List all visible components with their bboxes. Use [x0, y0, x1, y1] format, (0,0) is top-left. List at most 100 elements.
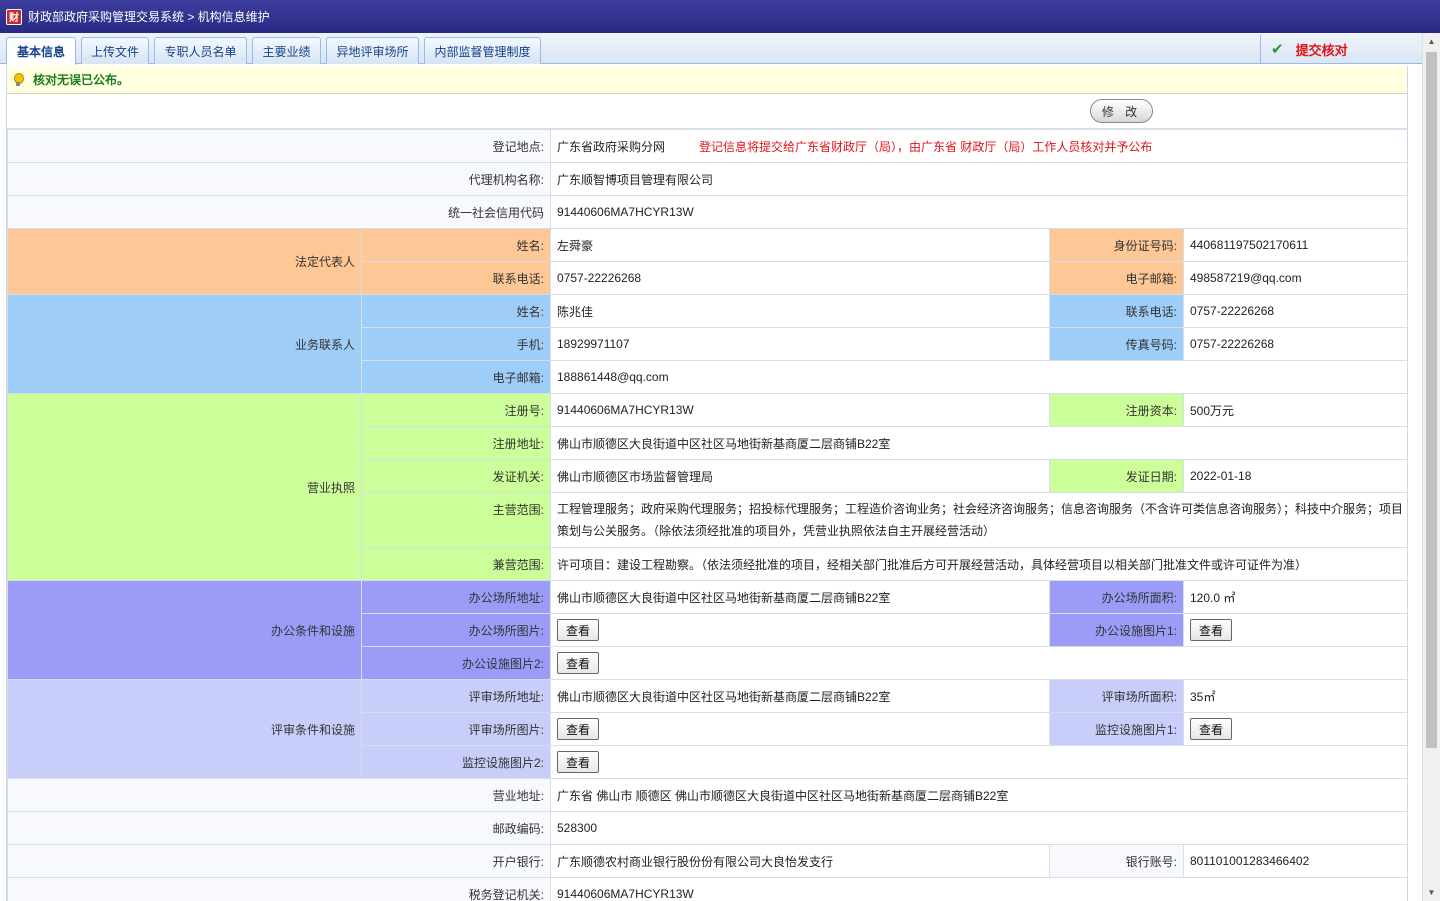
office-facility1-label: 办公设施图片1:: [1049, 613, 1184, 647]
reg-location-note: 登记信息将提交给广东省财政厅（局），由广东省 财政厅（局）工作人员核对并予公布: [699, 139, 1153, 154]
contact-name-value: 陈兆佳: [550, 294, 1050, 328]
notice-bar: 核对无误已公布。: [7, 66, 1407, 94]
review-photo-cell: 查看: [550, 712, 1050, 746]
review-address-label: 评审场所地址:: [361, 679, 551, 713]
license-main-scope-value: 工程管理服务；政府采购代理服务；招投标代理服务；工程造价咨询业务；社会经济咨询服…: [549, 492, 1407, 548]
tab-strip: 基本信息 上传文件 专职人员名单 主要业绩 异地评审场所 内部监督管理制度 ✔ …: [0, 33, 1422, 65]
bank-account-value: 801101001283466402: [1182, 844, 1407, 878]
scroll-down-arrow-icon[interactable]: ▼: [1423, 884, 1440, 901]
business-address-value: 广东省 佛山市 顺德区 佛山市顺德区大良街道中区社区马地街新基商厦二层商铺B22…: [549, 778, 1407, 812]
agency-name-value: 广东顺智博项目管理有限公司: [549, 162, 1407, 196]
tab-upload-files[interactable]: 上传文件: [81, 37, 149, 64]
edit-button[interactable]: 修 改: [1090, 99, 1153, 123]
license-reg-no-label: 注册号:: [361, 393, 551, 427]
review-photo-label: 评审场所图片:: [361, 712, 551, 746]
license-group-label: 营业执照: [7, 393, 362, 581]
reg-location-cell: 广东省政府采购分网 登记信息将提交给广东省财政厅（局），由广东省 财政厅（局）工作…: [549, 129, 1407, 163]
review-monitor1-cell: 查看: [1182, 712, 1407, 746]
contact-phone-value: 0757-22226268: [1182, 294, 1407, 328]
bank-value: 广东顺德农村商业银行股份份有限公司大良怡发支行: [550, 844, 1050, 878]
postcode-value: 528300: [549, 811, 1407, 845]
license-address-value: 佛山市顺德区大良街道中区社区马地街新基商厦二层商铺B22室: [549, 426, 1407, 460]
business-address-label: 营业地址:: [7, 778, 551, 812]
app-icon: 财: [6, 8, 22, 25]
review-monitor2-cell: 查看: [549, 745, 1407, 779]
check-icon: ✔: [1271, 41, 1284, 58]
legal-rep-name-value: 左舜豪: [550, 228, 1050, 262]
review-photo-view-button[interactable]: 查看: [557, 718, 600, 740]
review-monitor1-view-button[interactable]: 查看: [1190, 718, 1233, 740]
review-area-value: 35㎡: [1182, 679, 1407, 713]
office-group-label: 办公条件和设施: [7, 580, 362, 680]
tax-authority-label: 税务登记机关:: [7, 877, 551, 901]
license-side-scope-label: 兼营范围:: [361, 547, 551, 581]
bank-label: 开户银行:: [7, 844, 551, 878]
submit-check-label: 提交核对: [1295, 42, 1348, 58]
office-area-label: 办公场所面积:: [1049, 580, 1184, 614]
notice-text: 核对无误已公布。: [33, 73, 130, 87]
office-facility2-cell: 查看: [549, 646, 1407, 680]
review-group-label: 评审条件和设施: [7, 679, 362, 779]
license-issue-date-label: 发证日期:: [1049, 459, 1184, 493]
office-facility1-view-button[interactable]: 查看: [1190, 619, 1233, 641]
legal-rep-email-label: 电子邮箱:: [1049, 261, 1184, 295]
tab-remote-review-site[interactable]: 异地评审场所: [326, 37, 419, 64]
tab-staff-list[interactable]: 专职人员名单: [154, 37, 247, 64]
legal-rep-email-value: 498587219@qq.com: [1182, 261, 1407, 295]
legal-rep-phone-value: 0757-22226268: [550, 261, 1050, 295]
license-main-scope-label: 主营范围:: [361, 492, 551, 548]
review-monitor1-label: 监控设施图片1:: [1049, 712, 1184, 746]
contact-phone-label: 联系电话:: [1049, 294, 1184, 328]
office-photo-view-button[interactable]: 查看: [557, 619, 600, 641]
lightbulb-icon: [13, 72, 24, 87]
review-monitor2-view-button[interactable]: 查看: [557, 751, 600, 773]
vertical-scrollbar[interactable]: ▲ ▼: [1422, 33, 1440, 901]
tab-main-performance[interactable]: 主要业绩: [252, 37, 321, 64]
license-issuer-label: 发证机关:: [361, 459, 551, 493]
office-facility2-view-button[interactable]: 查看: [557, 652, 600, 674]
contact-email-label: 电子邮箱:: [361, 360, 551, 394]
legal-rep-group-label: 法定代表人: [7, 228, 362, 295]
tab-internal-supervision[interactable]: 内部监督管理制度: [424, 37, 541, 64]
legal-rep-phone-label: 联系电话:: [361, 261, 551, 295]
credit-code-label: 统一社会信用代码: [7, 195, 551, 229]
contact-mobile-value: 18929971107: [550, 327, 1050, 361]
agency-info-table: 登记地点: 广东省政府采购分网 登记信息将提交给广东省财政厅（局），由广东省 财政…: [7, 129, 1407, 901]
credit-code-value: 91440606MA7HCYR13W: [549, 195, 1407, 229]
license-address-label: 注册地址:: [361, 426, 551, 460]
office-area-value: 120.0 ㎡: [1182, 580, 1407, 614]
contact-group-label: 业务联系人: [7, 294, 362, 394]
license-reg-no-value: 91440606MA7HCYR13W: [550, 393, 1050, 427]
license-side-scope-value: 许可项目：建设工程勘察。（依法须经批准的项目，经相关部门批准后方可开展经营活动，…: [549, 547, 1407, 581]
scroll-up-arrow-icon[interactable]: ▲: [1423, 33, 1440, 50]
postcode-label: 邮政编码:: [7, 811, 551, 845]
content-panel: 核对无误已公布。 修 改 登记地点: 广东省政府采购分网 登记信息将提交给广东省财…: [6, 66, 1408, 901]
license-issue-date-value: 2022-01-18: [1182, 459, 1407, 493]
edit-row: 修 改: [7, 94, 1407, 129]
contact-mobile-label: 手机:: [361, 327, 551, 361]
review-area-label: 评审场所面积:: [1049, 679, 1184, 713]
reg-location-value: 广东省政府采购分网: [557, 139, 666, 154]
legal-rep-id-value: 440681197502170611: [1182, 228, 1407, 262]
license-capital-value: 500万元: [1182, 393, 1407, 427]
office-facility1-cell: 查看: [1182, 613, 1407, 647]
window-title: 财政部政府采购管理交易系统 > 机构信息维护: [28, 10, 270, 24]
contact-fax-value: 0757-22226268: [1182, 327, 1407, 361]
license-capital-label: 注册资本:: [1049, 393, 1184, 427]
scroll-thumb[interactable]: [1426, 52, 1437, 748]
contact-email-value: 188861448@qq.com: [549, 360, 1407, 394]
review-address-value: 佛山市顺德区大良街道中区社区马地街新基商厦二层商铺B22室: [550, 679, 1050, 713]
contact-name-label: 姓名:: [361, 294, 551, 328]
office-photo-cell: 查看: [550, 613, 1050, 647]
agency-name-label: 代理机构名称:: [7, 162, 551, 196]
tab-basic-info[interactable]: 基本信息: [6, 37, 76, 65]
tax-authority-value: 91440606MA7HCYR13W: [549, 877, 1407, 901]
submit-check-button[interactable]: ✔ 提交核对: [1260, 35, 1422, 63]
legal-rep-id-label: 身份证号码:: [1049, 228, 1184, 262]
contact-fax-label: 传真号码:: [1049, 327, 1184, 361]
reg-location-label: 登记地点:: [7, 129, 551, 163]
legal-rep-name-label: 姓名:: [361, 228, 551, 262]
bank-account-label: 银行账号:: [1049, 844, 1184, 878]
review-monitor2-label: 监控设施图片2:: [361, 745, 551, 779]
office-photo-label: 办公场所图片:: [361, 613, 551, 647]
